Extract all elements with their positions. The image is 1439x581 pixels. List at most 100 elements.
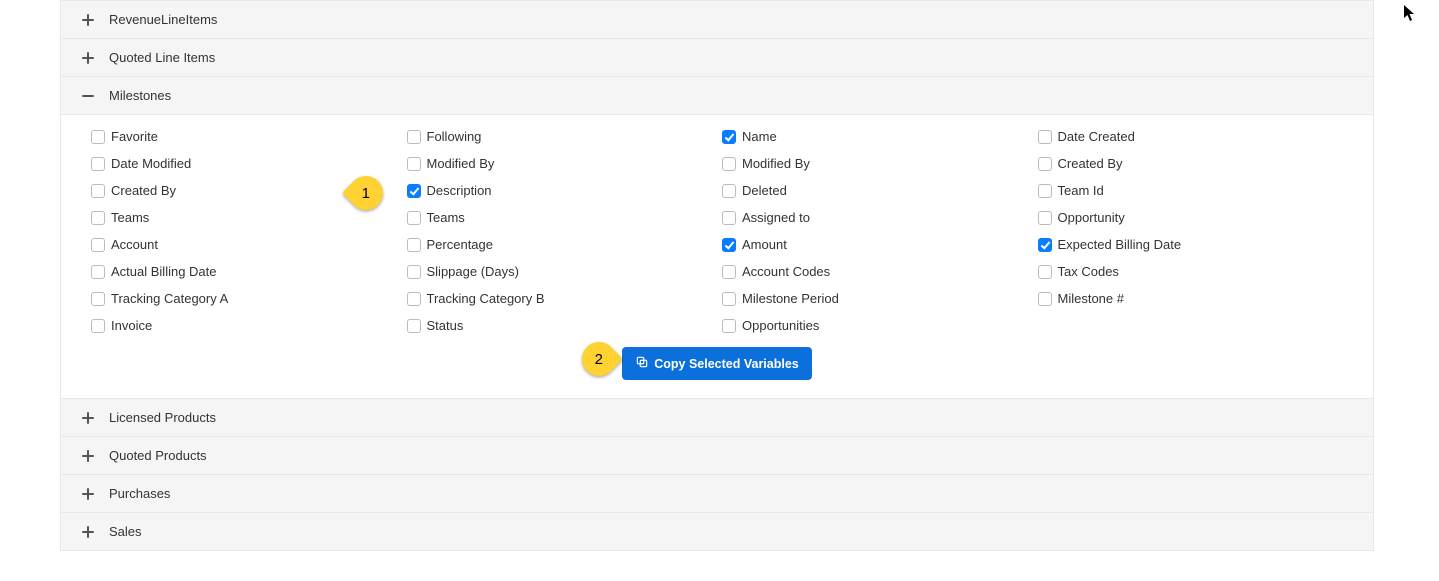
field-label: Tax Codes [1058,264,1119,279]
checkbox-following[interactable] [407,130,421,144]
field-label: Name [742,129,777,144]
field-date-created[interactable]: Date Created [1038,129,1344,144]
plus-icon [81,52,95,64]
section-label: Purchases [109,486,170,501]
field-teams-1[interactable]: Teams [91,210,397,225]
section-quoted-line-items[interactable]: Quoted Line Items [61,39,1373,76]
section-label: Milestones [109,88,171,103]
checkbox-status[interactable] [407,319,421,333]
field-name[interactable]: Name [722,129,1028,144]
checkbox-tracking-a[interactable] [91,292,105,306]
field-assigned-to[interactable]: Assigned to [722,210,1028,225]
field-opportunity[interactable]: Opportunity [1038,210,1344,225]
field-label: Modified By [427,156,495,171]
field-amount[interactable]: Amount [722,237,1028,252]
field-actual-billing[interactable]: Actual Billing Date [91,264,397,279]
field-modified-by-1[interactable]: Modified By [407,156,713,171]
checkbox-opportunities[interactable] [722,319,736,333]
field-label: Opportunities [742,318,819,333]
copy-icon [635,355,649,372]
field-label: Assigned to [742,210,810,225]
field-label: Deleted [742,183,787,198]
field-following[interactable]: Following [407,129,713,144]
field-label: Date Created [1058,129,1135,144]
field-modified-by-2[interactable]: Modified By [722,156,1028,171]
section-revenue-line-items[interactable]: RevenueLineItems [61,1,1373,38]
field-deleted[interactable]: Deleted [722,183,1028,198]
section-licensed-products[interactable]: Licensed Products [61,399,1373,436]
field-invoice[interactable]: Invoice [91,318,397,333]
checkbox-milestone-num[interactable] [1038,292,1052,306]
checkbox-created-by-2[interactable] [91,184,105,198]
checkbox-tax-codes[interactable] [1038,265,1052,279]
checkbox-actual-billing[interactable] [91,265,105,279]
section-milestones[interactable]: Milestones [61,77,1373,114]
checkbox-modified-by-2[interactable] [722,157,736,171]
section-label: Quoted Line Items [109,50,215,65]
plus-icon [81,450,95,462]
button-label: Copy Selected Variables [654,357,799,371]
checkbox-invoice[interactable] [91,319,105,333]
checkbox-favorite[interactable] [91,130,105,144]
field-label: Slippage (Days) [427,264,520,279]
field-percentage[interactable]: Percentage [407,237,713,252]
field-label: Opportunity [1058,210,1125,225]
plus-icon [81,488,95,500]
field-slippage[interactable]: Slippage (Days) [407,264,713,279]
checkbox-tracking-b[interactable] [407,292,421,306]
section-label: Quoted Products [109,448,207,463]
section-quoted-products[interactable]: Quoted Products [61,437,1373,474]
checkbox-assigned-to[interactable] [722,211,736,225]
checkbox-created-by-1[interactable] [1038,157,1052,171]
checkbox-slippage[interactable] [407,265,421,279]
checkbox-percentage[interactable] [407,238,421,252]
checkbox-date-created[interactable] [1038,130,1052,144]
plus-icon [81,526,95,538]
checkbox-name[interactable] [722,130,736,144]
section-sales[interactable]: Sales [61,513,1373,550]
field-team-id[interactable]: Team Id [1038,183,1344,198]
callout-2: 2 [582,342,616,376]
minus-icon [81,90,95,102]
field-favorite[interactable]: Favorite [91,129,397,144]
checkbox-description[interactable] [407,184,421,198]
checkbox-account-codes[interactable] [722,265,736,279]
checkbox-amount[interactable] [722,238,736,252]
field-tracking-a[interactable]: Tracking Category A [91,291,397,306]
field-tracking-b[interactable]: Tracking Category B [407,291,713,306]
field-expected-billing[interactable]: Expected Billing Date [1038,237,1344,252]
field-teams-2[interactable]: Teams [407,210,713,225]
field-label: Milestone # [1058,291,1124,306]
field-tax-codes[interactable]: Tax Codes [1038,264,1344,279]
field-milestone-num[interactable]: Milestone # [1038,291,1344,306]
field-created-by-1[interactable]: Created By [1038,156,1344,171]
section-purchases[interactable]: Purchases [61,475,1373,512]
checkbox-date-modified[interactable] [91,157,105,171]
field-opportunities[interactable]: Opportunities [722,318,1028,333]
field-label: Invoice [111,318,152,333]
checkbox-expected-billing[interactable] [1038,238,1052,252]
checkbox-modified-by-1[interactable] [407,157,421,171]
plus-icon [81,412,95,424]
cursor-icon [1403,4,1417,26]
field-label: Teams [111,210,149,225]
checkbox-account[interactable] [91,238,105,252]
checkbox-teams-2[interactable] [407,211,421,225]
field-date-modified[interactable]: Date Modified [91,156,397,171]
checkbox-milestone-period[interactable] [722,292,736,306]
section-label: Sales [109,524,142,539]
checkbox-teams-1[interactable] [91,211,105,225]
field-account-codes[interactable]: Account Codes [722,264,1028,279]
field-description[interactable]: 1 Description [407,183,713,198]
field-status[interactable]: Status [407,318,713,333]
field-label: Amount [742,237,787,252]
field-milestone-period[interactable]: Milestone Period [722,291,1028,306]
checkbox-team-id[interactable] [1038,184,1052,198]
field-account[interactable]: Account [91,237,397,252]
field-label: Teams [427,210,465,225]
checkbox-opportunity[interactable] [1038,211,1052,225]
field-created-by-2[interactable]: Created By [91,183,397,198]
copy-selected-variables-button[interactable]: Copy Selected Variables [622,347,812,380]
checkbox-deleted[interactable] [722,184,736,198]
field-label: Tracking Category A [111,291,228,306]
